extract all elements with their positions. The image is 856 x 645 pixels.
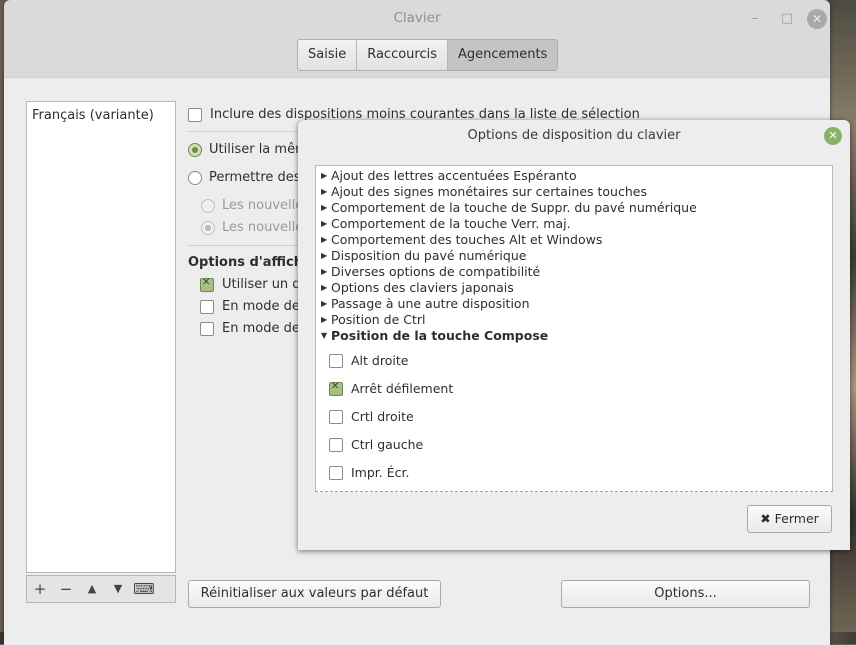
radio-same-layout[interactable]: Utiliser la mêm [188, 142, 308, 157]
sub-radio-new-2-label: Les nouvelles [222, 220, 311, 235]
divider [187, 245, 307, 246]
expand-arrow-icon[interactable]: ▶ [321, 200, 331, 216]
sub-radio-new-1-label: Les nouvelles [222, 198, 311, 213]
radio-allow-layout[interactable]: Permettre des d [188, 170, 313, 185]
tree-item[interactable]: ▶ Position de Ctrl [321, 312, 425, 328]
compose-option-arret-defilement[interactable]: Arrêt défilement [329, 381, 453, 396]
display-option-2-label: En mode de r [222, 299, 310, 314]
dialog-title: Options de disposition du clavier [467, 128, 681, 143]
maximize-icon[interactable]: □ [778, 10, 796, 28]
add-layout-button[interactable]: + [27, 576, 53, 602]
radio-same-layout-button[interactable] [188, 142, 202, 157]
sub-radio-new-1[interactable]: Les nouvelles [201, 198, 310, 213]
layout-list-toolbar: + − ▲ ▼ ⌨ [26, 575, 176, 603]
display-option-3-checkbox[interactable] [200, 321, 214, 336]
tree-item-expanded[interactable]: ▼ Position de la touche Compose [321, 328, 548, 344]
tree-item[interactable]: ▶ Ajout des lettres accentuées Espéranto [321, 168, 577, 184]
tree-item[interactable]: ▶ Comportement de la touche Verr. maj. [321, 216, 571, 232]
compose-option-checkbox[interactable] [329, 437, 343, 452]
keyboard-preview-icon[interactable]: ⌨ [131, 576, 157, 602]
display-options-title: Options d'afficha [188, 255, 312, 270]
move-down-icon[interactable]: ▼ [105, 576, 131, 602]
sub-radio-new-2[interactable]: Les nouvelles [201, 220, 310, 235]
close-window-icon[interactable]: ✕ [807, 9, 827, 29]
compose-option-checkbox[interactable] [329, 353, 343, 368]
compose-option-ctrl-gauche[interactable]: Ctrl gauche [329, 437, 423, 452]
tree-item[interactable]: ▶ Diverses options de compatibilité [321, 264, 540, 280]
expand-arrow-icon[interactable]: ▶ [321, 216, 331, 232]
display-option-2-checkbox[interactable] [200, 299, 214, 314]
display-option-3-label: En mode de r [222, 321, 310, 336]
dialog-close-icon[interactable]: ✕ [824, 127, 842, 145]
sub-radio-new-2-button[interactable] [201, 220, 215, 235]
expand-arrow-icon[interactable]: ▶ [321, 312, 331, 328]
expand-arrow-icon[interactable]: ▶ [321, 168, 331, 184]
tree-item[interactable]: ▶ Options des claviers japonais [321, 280, 514, 296]
remove-layout-button[interactable]: − [53, 576, 79, 602]
move-up-icon[interactable]: ▲ [79, 576, 105, 602]
close-x-icon: ✖ [760, 511, 771, 526]
compose-option-checkbox[interactable] [329, 409, 343, 424]
titlebar[interactable]: Clavier – □ ✕ [4, 0, 830, 38]
tab-bar: Saisie Raccourcis Agencements [297, 39, 559, 71]
include-less-common-checkbox[interactable] [188, 107, 202, 122]
window-title: Clavier [393, 10, 441, 26]
tree-item[interactable]: ▶ Ajout des signes monétaires sur certain… [321, 184, 647, 200]
expand-arrow-icon[interactable]: ▶ [321, 280, 331, 296]
radio-allow-layout-button[interactable] [188, 170, 202, 185]
layout-list[interactable]: Français (variante) [26, 101, 176, 573]
tree-item[interactable]: ▶ Disposition du pavé numérique [321, 248, 526, 264]
minimize-icon[interactable]: – [746, 10, 764, 28]
reset-defaults-button[interactable]: Réinitialiser aux valeurs par défaut [188, 580, 441, 608]
display-option-1-label: Utiliser un dr [222, 277, 306, 292]
compose-option-crtl-droite[interactable]: Crtl droite [329, 409, 414, 424]
expand-arrow-icon[interactable]: ▶ [321, 232, 331, 248]
expand-arrow-icon[interactable]: ▶ [321, 296, 331, 312]
display-option-1-checkbox[interactable] [200, 277, 214, 292]
tab-agencements[interactable]: Agencements [448, 40, 558, 70]
fermer-label: Fermer [774, 511, 819, 526]
fermer-button[interactable]: ✖ Fermer [747, 505, 832, 533]
tab-saisie[interactable]: Saisie [298, 40, 358, 70]
tree-item[interactable]: ▶ Passage à une autre disposition [321, 296, 530, 312]
compose-option-impr-ecr[interactable]: Impr. Écr. [329, 465, 409, 480]
tree-item[interactable]: ▶ Comportement des touches Alt et Windows [321, 232, 602, 248]
expand-arrow-icon[interactable]: ▶ [321, 264, 331, 280]
display-option-1[interactable]: Utiliser un dr [200, 277, 306, 292]
expand-arrow-icon[interactable]: ▶ [321, 248, 331, 264]
compose-option-checkbox[interactable] [329, 381, 343, 396]
compose-option-alt-droite[interactable]: Alt droite [329, 353, 408, 368]
radio-same-layout-label: Utiliser la mêm [209, 142, 308, 157]
tab-raccourcis[interactable]: Raccourcis [357, 40, 449, 70]
layout-options-dialog: Options de disposition du clavier ✕ ▶ Ajo… [298, 120, 850, 550]
collapse-arrow-icon[interactable]: ▼ [321, 328, 331, 344]
display-option-3[interactable]: En mode de r [200, 321, 309, 336]
display-option-2[interactable]: En mode de r [200, 299, 309, 314]
tree-item[interactable]: ▶ Comportement de la touche de Suppr. du … [321, 200, 697, 216]
options-tree[interactable]: ▶ Ajout des lettres accentuées Espéranto … [315, 165, 833, 492]
sub-radio-new-1-button[interactable] [201, 198, 215, 213]
compose-option-checkbox[interactable] [329, 465, 343, 480]
layout-list-item[interactable]: Français (variante) [27, 102, 175, 129]
options-button[interactable]: Options... [561, 580, 810, 608]
divider [187, 131, 307, 132]
expand-arrow-icon[interactable]: ▶ [321, 184, 331, 200]
